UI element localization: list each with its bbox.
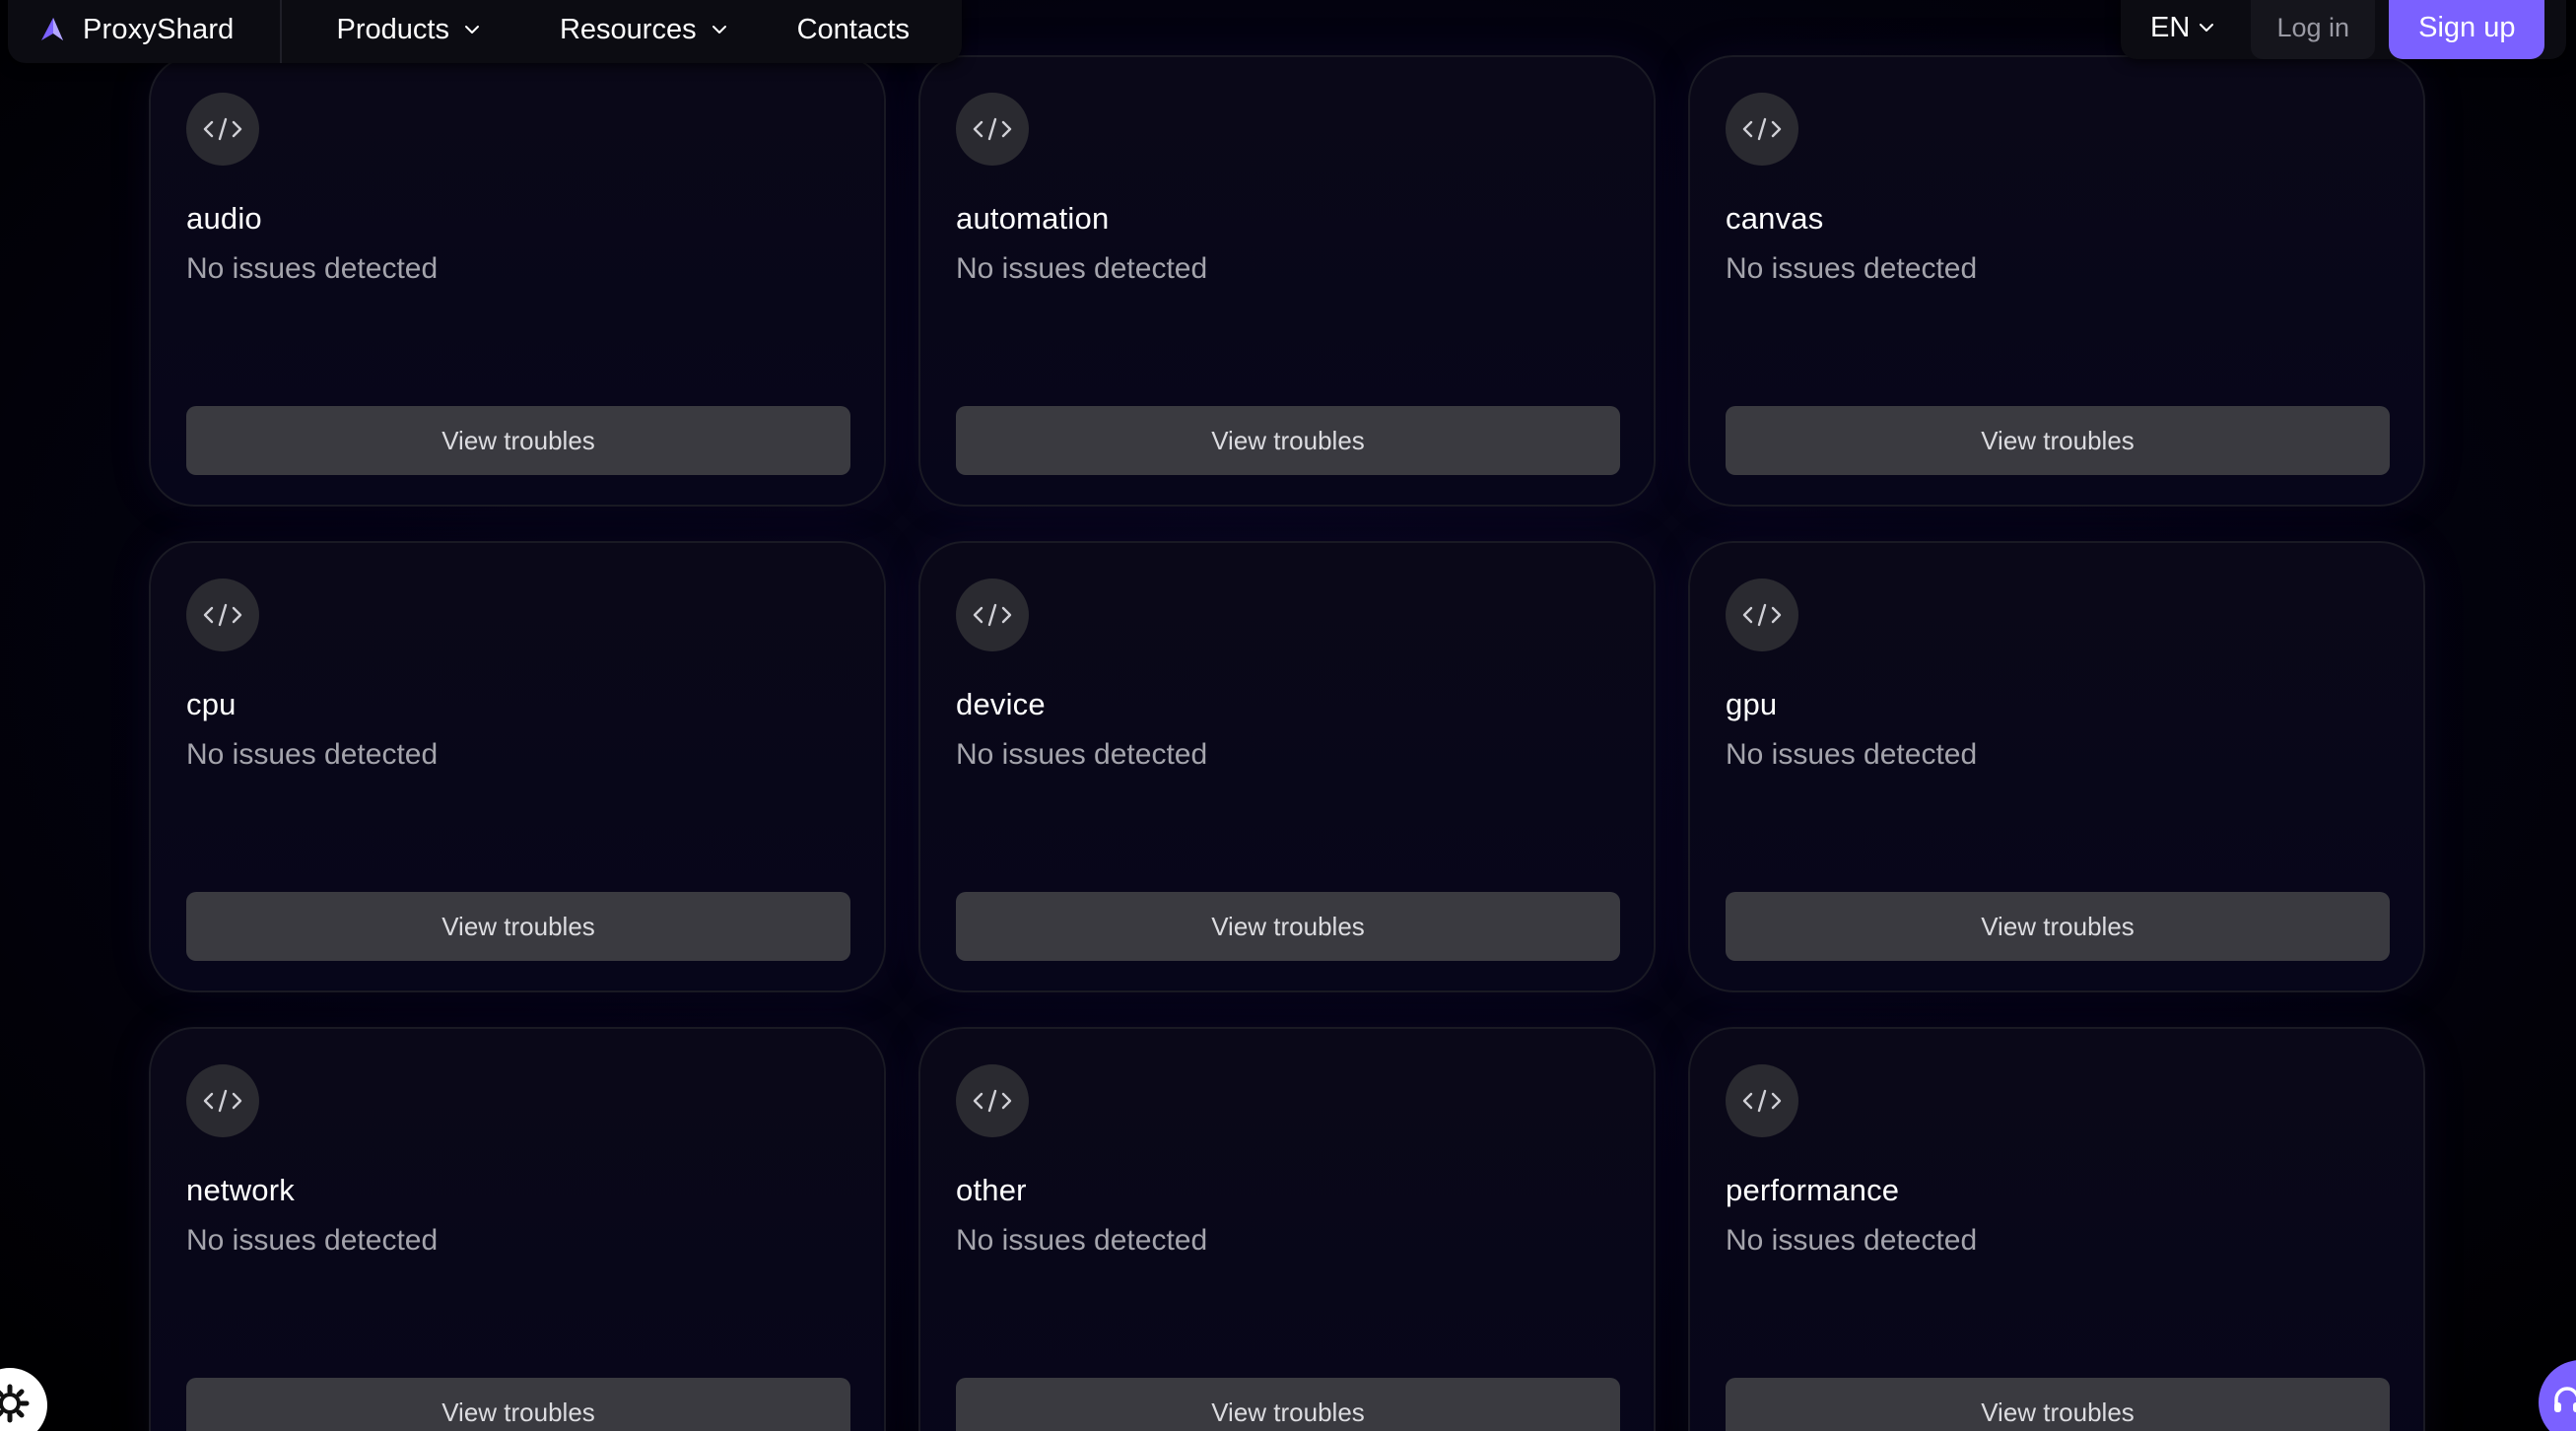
code-icon xyxy=(1726,93,1798,166)
view-troubles-button[interactable]: View troubles xyxy=(1726,406,2390,475)
check-card-audio: audio No issues detected View troubles xyxy=(149,55,886,507)
support-chat-icon xyxy=(2552,1384,2576,1422)
chevron-down-icon xyxy=(711,21,728,38)
card-title: other xyxy=(956,1173,1027,1207)
card-status: No issues detected xyxy=(186,252,439,285)
nav-contacts-link[interactable]: Contacts xyxy=(797,14,910,46)
card-status: No issues detected xyxy=(186,1224,439,1257)
card-title: performance xyxy=(1726,1173,1900,1207)
code-icon xyxy=(956,93,1029,166)
view-troubles-button[interactable]: View troubles xyxy=(186,1378,850,1431)
view-troubles-button[interactable]: View troubles xyxy=(186,892,850,961)
check-card-device: device No issues detected View troubles xyxy=(918,541,1656,992)
card-status: No issues detected xyxy=(1726,1224,1978,1257)
card-status: No issues detected xyxy=(956,252,1208,285)
card-title: device xyxy=(956,687,1046,721)
chevron-down-icon xyxy=(463,21,481,38)
nav-products-menu[interactable]: Products xyxy=(337,14,481,46)
card-status: No issues detected xyxy=(186,738,439,771)
card-title: automation xyxy=(956,201,1110,236)
top-nav: ProxyShard Products Resources Contacts xyxy=(8,0,962,63)
code-icon xyxy=(1726,1064,1798,1137)
support-chat-button[interactable] xyxy=(2539,1360,2576,1431)
nav-resources-label: Resources xyxy=(559,13,697,45)
code-icon xyxy=(956,579,1029,651)
check-card-canvas: canvas No issues detected View troubles xyxy=(1688,55,2425,507)
nav-resources-menu[interactable]: Resources xyxy=(560,14,728,46)
view-troubles-button[interactable]: View troubles xyxy=(956,892,1620,961)
card-title: audio xyxy=(186,201,262,236)
card-title: gpu xyxy=(1726,687,1778,721)
chevron-down-icon xyxy=(2198,19,2215,36)
card-status: No issues detected xyxy=(1726,252,1978,285)
brand-logo-link[interactable]: ProxyShard xyxy=(8,0,282,63)
check-card-network: network No issues detected View troubles xyxy=(149,1027,886,1431)
check-card-automation: automation No issues detected View troub… xyxy=(918,55,1656,507)
language-label: EN xyxy=(2150,11,2191,43)
code-icon xyxy=(956,1064,1029,1137)
brand-name: ProxyShard xyxy=(83,13,235,45)
check-card-cpu: cpu No issues detected View troubles xyxy=(149,541,886,992)
view-troubles-button[interactable]: View troubles xyxy=(1726,892,2390,961)
language-selector[interactable]: EN xyxy=(2150,12,2215,44)
view-troubles-button[interactable]: View troubles xyxy=(1726,1378,2390,1431)
card-title: canvas xyxy=(1726,201,1824,236)
code-icon xyxy=(186,579,259,651)
nav-products-label: Products xyxy=(336,13,449,45)
check-card-gpu: gpu No issues detected View troubles xyxy=(1688,541,2425,992)
card-title: cpu xyxy=(186,687,237,721)
page: ProxyShard Products Resources Contacts E… xyxy=(0,0,2576,1431)
code-icon xyxy=(186,93,259,166)
login-button[interactable]: Log in xyxy=(2251,0,2376,59)
nav-contacts-label: Contacts xyxy=(796,13,911,45)
code-icon xyxy=(186,1064,259,1137)
card-status: No issues detected xyxy=(1726,738,1978,771)
card-status: No issues detected xyxy=(956,738,1208,771)
view-troubles-button[interactable]: View troubles xyxy=(956,1378,1620,1431)
check-card-performance: performance No issues detected View trou… xyxy=(1688,1027,2425,1431)
check-card-other: other No issues detected View troubles xyxy=(918,1027,1656,1431)
view-troubles-button[interactable]: View troubles xyxy=(956,406,1620,475)
card-title: network xyxy=(186,1173,295,1207)
code-icon xyxy=(1726,579,1798,651)
proxyshard-logo-icon xyxy=(37,15,67,44)
cookie-settings-icon xyxy=(0,1384,30,1428)
card-status: No issues detected xyxy=(956,1224,1208,1257)
account-nav: EN Log in Sign up xyxy=(2121,0,2566,59)
signup-button[interactable]: Sign up xyxy=(2389,0,2545,59)
view-troubles-button[interactable]: View troubles xyxy=(186,406,850,475)
cookie-settings-button[interactable] xyxy=(0,1368,47,1431)
